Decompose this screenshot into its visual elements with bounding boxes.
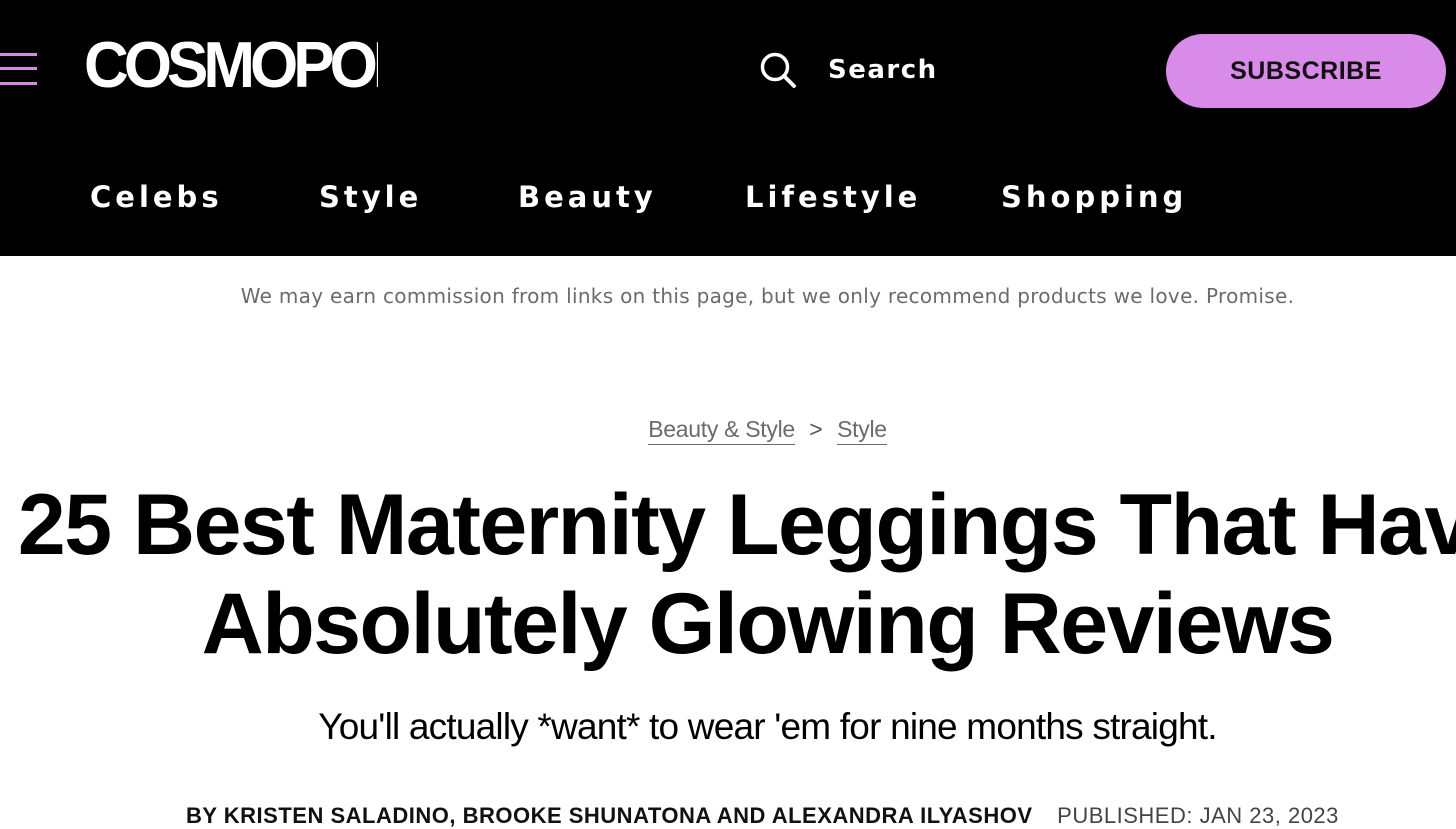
menu-line: [0, 67, 37, 70]
nav-item-beauty[interactable]: Beauty: [518, 172, 657, 222]
site-header: COSMOPOLITAN Search SUBSCRIBE Celebs Sty…: [0, 0, 1456, 256]
breadcrumb: Beauty & Style > Style: [0, 416, 1456, 445]
site-logo[interactable]: COSMOPOLITAN: [84, 28, 378, 104]
nav-item-celebs[interactable]: Celebs: [90, 172, 223, 222]
breadcrumb-link-beauty-style[interactable]: Beauty & Style: [648, 416, 795, 445]
article-title: 25 Best Maternity Leggings That Have Abs…: [0, 476, 1456, 674]
search-icon: [760, 52, 796, 88]
article-byline: BY KRISTEN SALADINO, BROOKE SHUNATONA AN…: [186, 803, 1339, 829]
hamburger-menu-icon[interactable]: [0, 50, 38, 90]
article-title-line-1: 25 Best Maternity Leggings That Have: [17, 477, 1456, 573]
nav-item-shopping[interactable]: Shopping: [1001, 172, 1187, 222]
subscribe-button[interactable]: SUBSCRIBE: [1166, 34, 1446, 108]
menu-line: [0, 53, 37, 56]
nav-item-lifestyle[interactable]: Lifestyle: [745, 172, 921, 222]
article-title-line-2: Absolutely Glowing Reviews: [201, 576, 1335, 672]
article-dek: You'll actually *want* to wear 'em for n…: [318, 706, 1217, 747]
affiliate-disclaimer: We may earn commission from links on thi…: [240, 284, 1295, 308]
breadcrumb-separator: >: [809, 416, 823, 442]
main-nav: Celebs Style Beauty Lifestyle Shopping: [0, 172, 1456, 222]
breadcrumb-link-style[interactable]: Style: [837, 416, 887, 445]
search-button[interactable]: Search: [758, 50, 938, 90]
nav-item-style[interactable]: Style: [319, 172, 422, 222]
menu-line: [0, 82, 37, 85]
search-label: Search: [828, 55, 938, 85]
